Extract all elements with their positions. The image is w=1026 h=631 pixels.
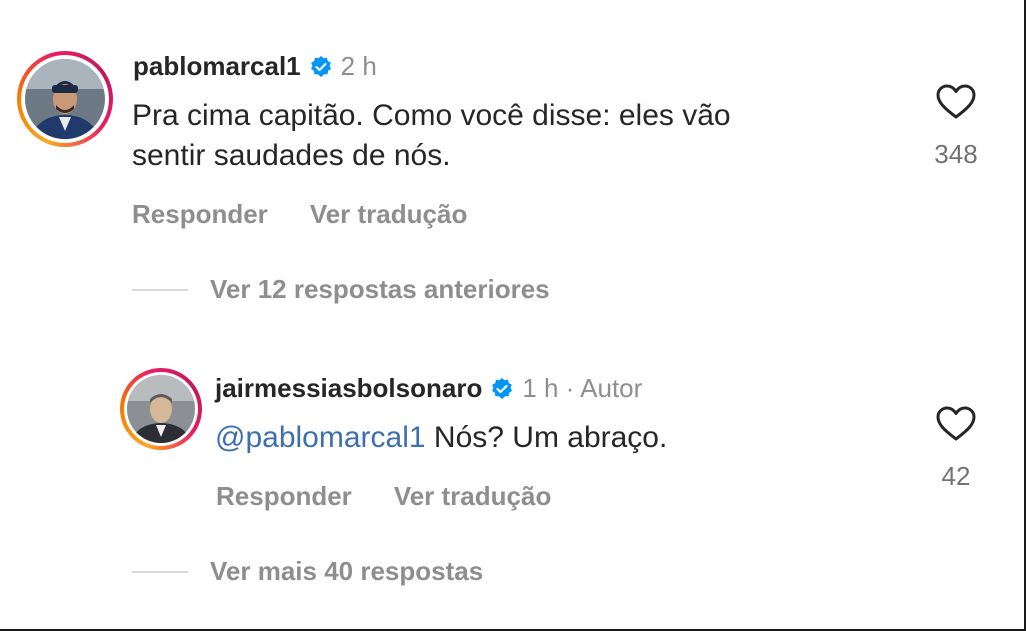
verified-badge-icon: [490, 377, 514, 401]
comment-thread: pablomarcal1 2 h Pra cima capitão. Como …: [0, 0, 1026, 631]
avatar[interactable]: [17, 51, 113, 147]
comment-actions: Responder Ver tradução: [216, 481, 593, 512]
comment-text-body: Nós? Um abraço.: [433, 421, 668, 454]
comment-header: jairmessiasbolsonaro 1 h · Autor: [215, 373, 642, 404]
like-count: 348: [934, 139, 978, 169]
username[interactable]: pablomarcal1: [133, 51, 301, 82]
profile-photo: [127, 375, 195, 443]
view-previous-replies[interactable]: Ver 12 respostas anteriores: [132, 274, 550, 305]
comment-text-line: Pra cima capitão. Como você disse: eles …: [132, 99, 731, 132]
username[interactable]: jairmessiasbolsonaro: [215, 373, 482, 404]
see-translation-button[interactable]: Ver tradução: [394, 481, 552, 512]
view-more-replies-label[interactable]: Ver mais 40 respostas: [210, 556, 483, 587]
comment-time: 2 h: [340, 51, 377, 81]
like-control: 42: [926, 406, 986, 492]
reply-button[interactable]: Responder: [216, 481, 352, 512]
verified-badge-icon: [309, 55, 333, 79]
like-count: 42: [941, 461, 971, 491]
avatar[interactable]: [120, 368, 202, 450]
comment-text: @pablomarcal1 Nós? Um abraço.: [215, 418, 667, 458]
reply-button[interactable]: Responder: [132, 199, 268, 230]
comment-text-line: sentir saudades de nós.: [132, 139, 451, 172]
comment-actions: Responder Ver tradução: [132, 199, 509, 230]
divider: [132, 570, 188, 573]
heart-icon[interactable]: [936, 406, 976, 447]
comment-time: 1 h · Autor: [522, 373, 643, 403]
view-more-replies[interactable]: Ver mais 40 respostas: [132, 556, 483, 587]
divider: [132, 288, 188, 291]
heart-icon[interactable]: [936, 84, 976, 125]
like-control: 348: [926, 84, 986, 170]
see-translation-button[interactable]: Ver tradução: [310, 199, 468, 230]
profile-photo: [25, 59, 105, 139]
view-previous-replies-label[interactable]: Ver 12 respostas anteriores: [210, 274, 550, 305]
comment-text: Pra cima capitão. Como você disse: eles …: [132, 96, 731, 176]
mention-link[interactable]: @pablomarcal1: [215, 421, 426, 454]
comment-header: pablomarcal1 2 h: [133, 51, 377, 82]
